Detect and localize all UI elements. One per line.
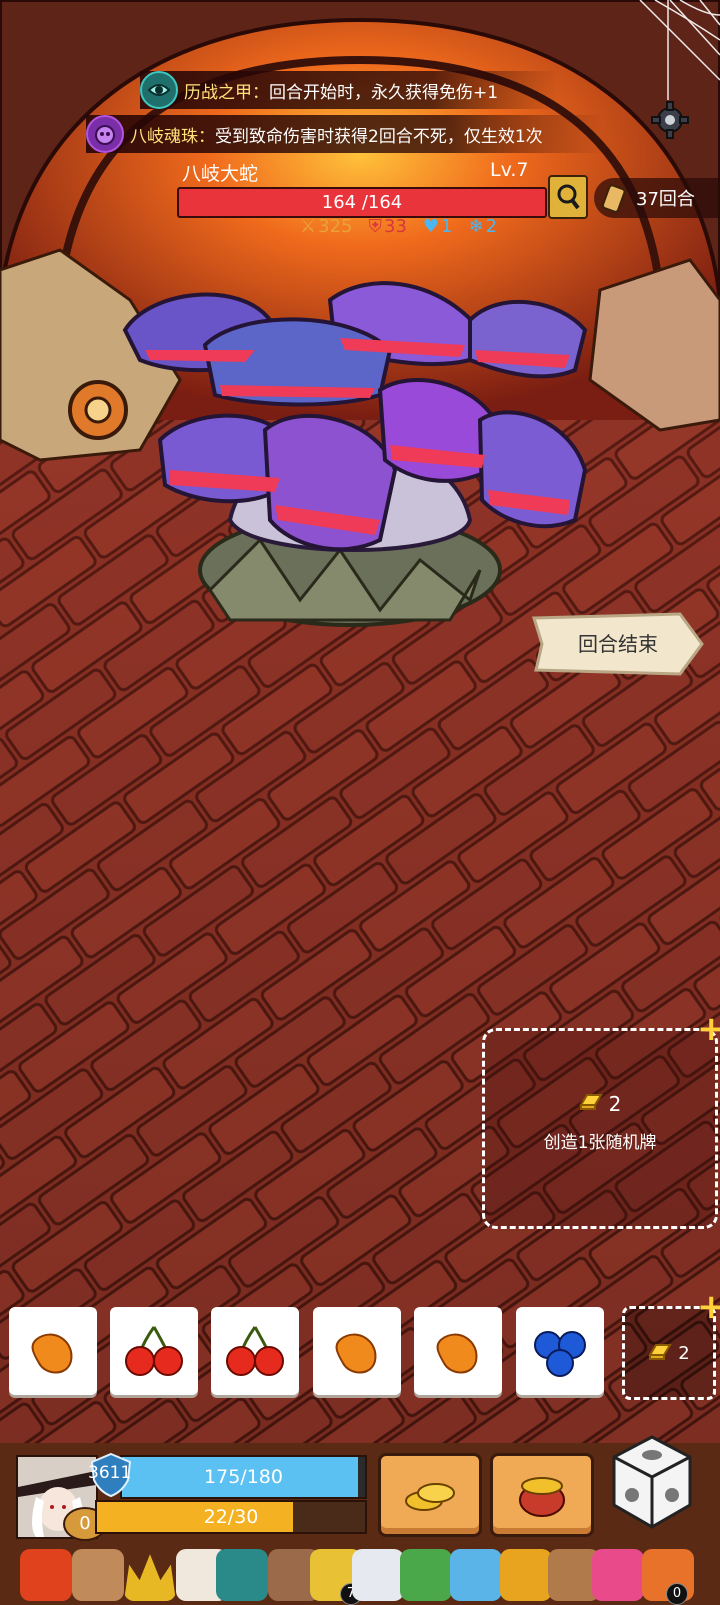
snowflake-icon: ❄ <box>468 216 484 237</box>
turn-label: 37回合 <box>636 189 695 210</box>
gold-bar-icon <box>648 1341 673 1366</box>
armor-value: 3611 <box>88 1463 132 1483</box>
soul-orb-icon <box>86 115 124 153</box>
boss-stat-freeze: ❄ 2 <box>468 216 498 237</box>
player-hp-text: 175/180 <box>204 1466 283 1488</box>
relic-bar: 7 0 <box>0 1543 720 1605</box>
boss-stat-shield: ⛨ 33 <box>368 216 407 237</box>
shield-icon: ⛨ <box>368 216 383 237</box>
relic-flame-icon[interactable] <box>500 1549 552 1601</box>
plus-icon: + <box>697 1287 720 1327</box>
relic-helmet-icon[interactable] <box>450 1549 502 1601</box>
dice-button[interactable] <box>608 1433 696 1533</box>
hand-card-mango[interactable] <box>9 1307 97 1395</box>
buff-orb-row: 八岐魂珠： 受到致命伤害时获得2回合不死，仅生效1次 <box>86 115 603 153</box>
hand-card-mango[interactable] <box>313 1307 401 1395</box>
attack-icon: ⚔ <box>300 216 317 237</box>
dice-icon <box>612 1435 692 1529</box>
buff-armor-desc: 回合开始时，永久获得免伤+1 <box>269 82 499 103</box>
gold-bar-icon <box>578 1091 603 1116</box>
relic-crown-icon[interactable] <box>124 1554 176 1601</box>
energy-missing <box>293 1502 365 1532</box>
relic-mask-icon[interactable] <box>72 1549 124 1601</box>
relic-white-dice-icon[interactable] <box>352 1549 404 1601</box>
boss-name: 八岐大蛇 <box>182 163 259 185</box>
turn-counter: 37回合 <box>594 178 720 218</box>
mango-icon <box>436 1333 478 1374</box>
boss-hp-text: 164 /164 <box>321 192 403 213</box>
settings-gear-button[interactable] <box>650 100 690 140</box>
relic-dragon-icon[interactable] <box>20 1549 72 1601</box>
coins-button[interactable] <box>378 1453 482 1537</box>
relic-count-badge: 0 <box>666 1583 688 1605</box>
gear-icon <box>651 101 689 139</box>
boss-level: Lv.7 <box>490 159 529 181</box>
create-card-label: 创造1张随机牌 <box>543 1133 657 1153</box>
plus-icon: + <box>697 1009 720 1049</box>
buff-armor-row: 历战之甲： 回合开始时，永久获得免伤+1 <box>140 71 559 109</box>
player-energy-text: 22/30 <box>203 1506 259 1528</box>
boss-stat-attack: ⚔ 325 <box>300 216 353 237</box>
create-card-cost: 2 <box>485 1091 715 1116</box>
armor-eye-icon <box>140 71 178 109</box>
hp-missing <box>358 1457 365 1497</box>
mango-icon <box>335 1333 377 1374</box>
hand-card-mango[interactable] <box>414 1307 502 1395</box>
mango-icon <box>31 1333 73 1374</box>
end-turn-label: 回合结束 <box>578 632 658 656</box>
end-turn-button[interactable]: 回合结束 <box>530 612 705 676</box>
relic-heart-box-icon[interactable] <box>592 1549 644 1601</box>
small-create-cost: 2 <box>678 1342 690 1364</box>
relic-monster-icon[interactable]: 0 <box>642 1549 694 1605</box>
relic-guardian-icon[interactable] <box>216 1549 268 1601</box>
player-energy-bar: 22/30 <box>95 1500 367 1534</box>
create-card-slot[interactable]: 2 创造1张随机牌 <box>482 1028 718 1229</box>
buff-orb-name: 八岐魂珠： <box>130 126 215 147</box>
hand-card-cherry[interactable] <box>110 1307 198 1395</box>
boss-info-button[interactable] <box>548 175 588 219</box>
treasure-pot-icon <box>519 1477 565 1517</box>
scroll-icon <box>598 181 632 215</box>
buff-orb-desc: 受到致命伤害时获得2回合不死，仅生效1次 <box>215 126 543 147</box>
treasure-pot-button[interactable] <box>490 1453 594 1537</box>
boss-stats: ⚔ 325 ⛨ 33 ♥ 1 ❄ 2 <box>300 216 497 237</box>
cherry-icon <box>226 1326 284 1376</box>
boss-hp-bar: 164 /164 <box>177 187 547 218</box>
hand-card-cherry[interactable] <box>211 1307 299 1395</box>
magnifier-icon <box>557 184 580 210</box>
player-hp-bar: 175/180 <box>120 1455 367 1499</box>
hand-card-blueberry[interactable] <box>516 1307 604 1395</box>
blueberry-icon <box>534 1331 586 1377</box>
relic-plant-icon[interactable] <box>400 1549 452 1601</box>
cherry-icon <box>125 1326 183 1376</box>
heart-icon: ♥ <box>422 216 440 237</box>
boss-stat-heart: ♥ 1 <box>422 216 453 237</box>
buff-armor-name: 历战之甲： <box>184 82 269 103</box>
coins-icon <box>405 1483 455 1511</box>
